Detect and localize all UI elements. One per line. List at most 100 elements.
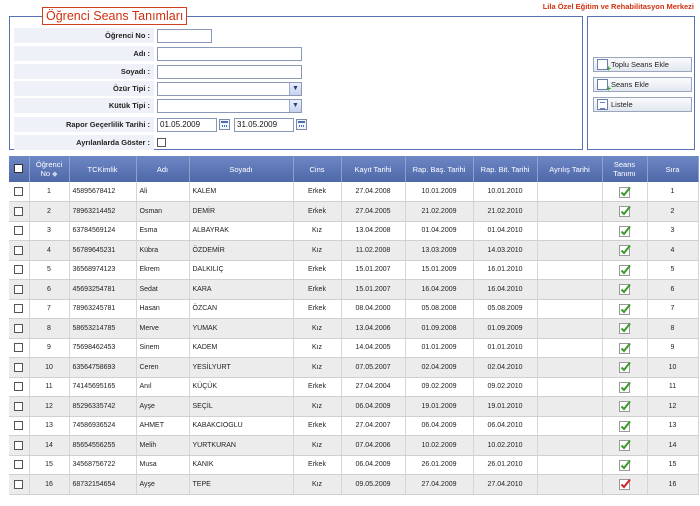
header-seans-tanimi[interactable]: Seans Tanımı (602, 156, 648, 182)
table-row[interactable]: 11 74145695165 Anıl KÜÇÜK Erkek 27.04.2004 09.… (9, 377, 699, 397)
check-icon[interactable] (618, 186, 631, 198)
row-checkbox[interactable] (14, 304, 24, 314)
select-all-checkbox[interactable] (14, 163, 24, 173)
listele-button[interactable]: Listele (593, 97, 692, 112)
row-checkbox[interactable] (14, 284, 24, 294)
header-rap-bit-tarihi[interactable]: Rap. Bit. Tarihi (473, 156, 538, 182)
cell-soyadi: KANIK (189, 455, 294, 475)
soyadi-input[interactable] (157, 64, 302, 79)
seans-ekle-button[interactable]: Seans Ekle (593, 77, 692, 93)
cell-ayrilis (537, 221, 603, 241)
rapor-bitis-input[interactable] (234, 117, 294, 132)
header-kayit-tarihi[interactable]: Kayıt Tarihi (341, 156, 406, 182)
cell-tc: 85654556255 (69, 435, 137, 456)
check-icon[interactable] (618, 459, 631, 471)
row-checkbox[interactable] (14, 343, 24, 353)
table-row[interactable]: 16 68732154654 Ayşe TEPE Kız 09.05.2009 27.04.… (9, 474, 699, 495)
ogrenci-no-input[interactable] (157, 28, 212, 43)
check-icon[interactable] (618, 381, 631, 393)
cell-kayit: 15.01.2007 (341, 279, 406, 300)
header-ogrenci-no[interactable]: Öğrenci No ◆ (29, 156, 70, 182)
chevron-down-icon[interactable]: ▼ (289, 82, 301, 95)
sort-icon[interactable]: ◆ (52, 171, 57, 178)
ozur-tipi-select[interactable]: ▼ (157, 81, 302, 96)
cell-tc: 75698462453 (69, 338, 137, 358)
check-icon[interactable] (618, 283, 631, 296)
cell-kayit: 27.04.2004 (341, 377, 406, 397)
table-row[interactable]: 7 78963245781 Hasan ÖZCAN Erkek 08.04.2000 05.… (9, 299, 699, 319)
row-checkbox[interactable] (14, 382, 24, 392)
row-checkbox[interactable] (14, 440, 24, 450)
header-select-all[interactable] (9, 156, 30, 182)
table-row[interactable]: 12 85296335742 Ayşe SEÇİL Kız 06.04.2009 19.01… (9, 396, 699, 417)
row-checkbox[interactable] (14, 323, 24, 333)
row-ogrenci-no: Öğrenci No : (14, 28, 212, 43)
header-tckimlik[interactable]: TCKimlik (69, 156, 137, 182)
check-icon[interactable] (618, 342, 631, 354)
check-icon[interactable] (618, 361, 631, 374)
check-icon[interactable] (618, 303, 631, 315)
cell-no: 10 (29, 357, 70, 378)
row-ayrilanlarda: Ayrılanlarda Göster : (14, 135, 166, 150)
cell-tc: 56789645231 (69, 240, 137, 261)
cell-kayit: 07.04.2006 (341, 435, 406, 456)
cell-rap_bit: 16.01.2010 (473, 260, 538, 280)
rapor-baslangic-input[interactable] (157, 117, 217, 132)
adi-input[interactable] (157, 46, 302, 61)
check-icon[interactable] (618, 205, 631, 218)
check-icon[interactable] (618, 264, 631, 276)
calendar-icon[interactable] (296, 119, 307, 130)
header-ayrilis-tarihi[interactable]: Ayrılış Tarihi (537, 156, 603, 182)
calendar-icon[interactable] (219, 119, 230, 130)
table-row[interactable]: 15 34568756722 Musa KANIK Erkek 06.04.2009 26.… (9, 455, 699, 475)
cell-adi: Merve (136, 318, 190, 339)
row-checkbox[interactable] (14, 362, 24, 372)
row-checkbox[interactable] (14, 206, 24, 216)
kutuk-tipi-select[interactable]: ▼ (157, 98, 302, 113)
header-rap-bas-tarihi[interactable]: Rap. Baş. Tarihi (405, 156, 474, 182)
cell-seans-tanimi (602, 201, 648, 222)
table-row[interactable]: 13 74586936524 AHMET KABAKCIOGLU Erkek 27.04.… (9, 416, 699, 436)
row-checkbox[interactable] (14, 401, 24, 411)
table-row[interactable]: 4 56789645231 Kübra ÖZDEMİR Kız 11.02.2008 13.… (9, 240, 699, 261)
row-checkbox[interactable] (14, 460, 24, 470)
row-checkbox[interactable] (14, 479, 24, 489)
header-sira[interactable]: Sıra (647, 156, 699, 182)
cell-kayit: 08.04.2000 (341, 299, 406, 319)
check-icon[interactable] (618, 400, 631, 413)
table-row[interactable]: 6 45693254781 Sedat KARA Erkek 15.01.2007 16.0… (9, 279, 699, 300)
table-row[interactable]: 9 75698462453 Sinem KADEM Kız 14.04.2005 01.01… (9, 338, 699, 358)
row-checkbox[interactable] (14, 187, 24, 196)
table-row[interactable]: 8 58653214785 Merve YUMAK Kız 13.04.2006 01.09… (9, 318, 699, 339)
header-adi[interactable]: Adı (136, 156, 190, 182)
chevron-down-icon[interactable]: ▼ (289, 99, 301, 112)
header-soyadi[interactable]: Soyadı (189, 156, 294, 182)
row-checkbox[interactable] (14, 265, 24, 275)
label-kutuk-tipi: Kütük Tipi : (14, 98, 154, 113)
check-icon[interactable] (618, 439, 631, 452)
row-checkbox[interactable] (14, 245, 24, 255)
table-row[interactable]: 14 85654556255 Melih YURTKURAN Kız 07.04.2006… (9, 435, 699, 456)
cell-ayrilis (537, 240, 603, 261)
table-row[interactable]: 2 78963214452 Osman DEMİR Erkek 27.04.2005 21.… (9, 201, 699, 222)
check-icon[interactable] (618, 322, 631, 335)
check-icon[interactable] (618, 244, 631, 257)
row-soyadi: Soyadı : (14, 64, 302, 79)
table-row[interactable]: 10 63564758693 Ceren YESİLYURT Kız 07.05.2007… (9, 357, 699, 378)
check-icon[interactable] (618, 478, 631, 491)
row-checkbox[interactable] (14, 226, 24, 236)
cell-ayrilis (537, 377, 603, 397)
cell-soyadi: KABAKCIOGLU (189, 416, 294, 436)
table-row[interactable]: 5 36568974123 Ekrem DALKILIÇ Erkek 15.01.2007… (9, 260, 699, 280)
table-row[interactable]: 1 45895678412 Ali KALEM Erkek 27.04.2008 10.01… (9, 182, 699, 202)
ayrilanlarda-checkbox[interactable] (157, 138, 166, 147)
check-icon[interactable] (618, 420, 631, 432)
toplu-seans-ekle-button[interactable]: Toplu Seans Ekle (593, 57, 692, 73)
cell-cins: Erkek (293, 260, 342, 280)
cell-kayit: 11.02.2008 (341, 240, 406, 261)
actions-panel: Toplu Seans Ekle Seans Ekle Listele (587, 16, 695, 150)
header-cins[interactable]: Cins (293, 156, 342, 182)
check-icon[interactable] (618, 225, 631, 237)
table-row[interactable]: 3 63784569124 Esma ALBAYRAK Kız 13.04.2008 01.… (9, 221, 699, 241)
row-checkbox[interactable] (14, 421, 24, 431)
